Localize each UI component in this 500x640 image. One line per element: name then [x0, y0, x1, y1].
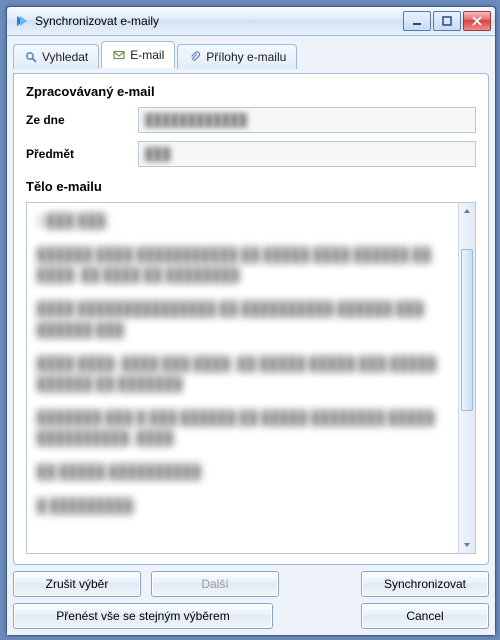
apply-all-button[interactable]: Přenést vše se stejným výběrem	[13, 603, 273, 629]
window-title: Synchronizovat e-maily	[35, 14, 403, 28]
body-line: ████ ████. ████ ███ ████, ██ █████ █████…	[37, 354, 449, 394]
email-panel: Zpracovávaný e-mail Ze dne ████████████ …	[13, 73, 489, 565]
app-icon	[13, 13, 29, 29]
tab-attachments-label: Přílohy e-mailu	[206, 50, 286, 64]
tab-email[interactable]: E-mail	[101, 41, 175, 68]
tab-strip: Vyhledat E-mail Přílohy e-mailu	[13, 42, 489, 68]
titlebar[interactable]: Synchronizovat e-maily	[7, 7, 495, 36]
cancel-select-button[interactable]: Zrušit výběr	[13, 571, 141, 597]
window-buttons	[403, 11, 491, 31]
cancel-button[interactable]: Cancel	[361, 603, 489, 629]
date-field: ████████████	[138, 107, 476, 133]
body-line: ████ ███████████████ ██ ██████████ █████…	[37, 299, 449, 339]
next-label: Další	[201, 577, 228, 591]
scrollbar-vertical[interactable]	[458, 203, 475, 553]
date-label: Ze dne	[26, 113, 126, 127]
cancel-label: Cancel	[406, 609, 443, 623]
minimize-button[interactable]	[403, 11, 431, 31]
email-body-text[interactable]: D███ ███, ██████ ████ ███████████ ██ ███…	[27, 203, 459, 553]
subject-label: Předmět	[26, 147, 126, 161]
body-line: ██████ ████ ███████████ ██ █████ ████ ██…	[37, 245, 449, 285]
tab-attachments[interactable]: Přílohy e-mailu	[177, 44, 297, 69]
scroll-thumb[interactable]	[461, 249, 473, 411]
maximize-button[interactable]	[433, 11, 461, 31]
cancel-select-label: Zrušit výběr	[46, 577, 109, 591]
section-processed-label: Zpracovávaný e-mail	[26, 84, 476, 99]
row-subject: Předmět ███	[26, 141, 476, 167]
next-button[interactable]: Další	[151, 571, 279, 597]
subject-value: ███	[145, 147, 171, 161]
row-date: Ze dne ████████████	[26, 107, 476, 133]
body-label: Tělo e-mailu	[26, 179, 476, 194]
tab-search-label: Vyhledat	[42, 50, 88, 64]
scroll-up-icon[interactable]	[459, 203, 475, 219]
button-row-1: Zrušit výběr Další Synchronizovat	[13, 571, 489, 597]
scroll-down-icon[interactable]	[459, 537, 475, 553]
attachment-icon	[188, 50, 202, 64]
tab-search[interactable]: Vyhledat	[13, 44, 99, 69]
app-window: Synchronizovat e-maily Vyhledat	[6, 6, 496, 636]
email-icon	[112, 48, 126, 62]
close-button[interactable]	[463, 11, 491, 31]
button-row-2: Přenést vše se stejným výběrem Cancel	[13, 603, 489, 629]
subject-field: ███	[138, 141, 476, 167]
client-area: Vyhledat E-mail Přílohy e-mailu Zpracová…	[7, 36, 495, 635]
date-value: ████████████	[145, 113, 247, 127]
tab-email-label: E-mail	[130, 48, 164, 62]
body-line: █ █████████,	[37, 496, 449, 516]
sync-button[interactable]: Synchronizovat	[361, 571, 489, 597]
sync-label: Synchronizovat	[384, 577, 466, 591]
search-icon	[24, 50, 38, 64]
body-line: ███████ ███ █ ███ ██████ ██ █████ ██████…	[37, 408, 449, 448]
email-body-box: D███ ███, ██████ ████ ███████████ ██ ███…	[26, 202, 476, 554]
apply-all-label: Přenést vše se stejným výběrem	[56, 609, 229, 623]
body-line: ██ █████ ██████████	[37, 462, 449, 482]
body-line: D███ ███,	[37, 211, 449, 231]
scroll-track[interactable]	[459, 219, 475, 537]
